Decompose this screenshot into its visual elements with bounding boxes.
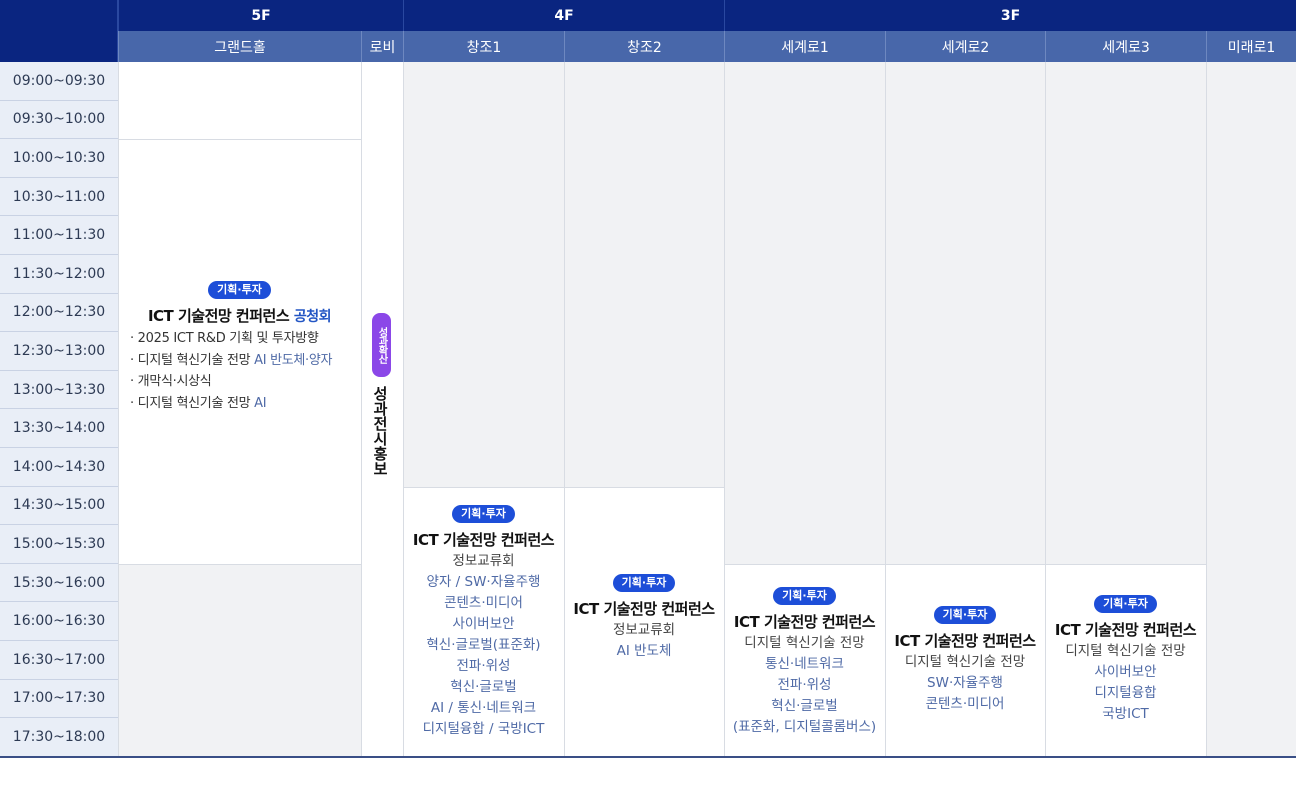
bullet-item: · 디지털 혁신기술 전망 AI <box>130 395 267 411</box>
session-line: 양자 / SW·자율주행 <box>426 574 541 590</box>
time-slot: 09:30~10:00 <box>0 100 118 140</box>
time-slot: 09:00~09:30 <box>0 62 118 101</box>
session-line: 사이버보안 <box>452 616 515 632</box>
session-line: 국방ICT <box>1102 706 1149 722</box>
floor-3f-header: 3F <box>724 0 1296 31</box>
time-slot: 17:30~18:00 <box>0 718 118 757</box>
floor-4f-header: 4F <box>403 0 724 31</box>
changjo1-session[interactable]: 기획·투자 ICT 기술전망 컨퍼런스 정보교류회양자 / SW·자율주행콘텐츠… <box>403 500 564 745</box>
room-segyero1: 세계로1 <box>724 31 885 62</box>
time-slot: 15:30~16:00 <box>0 563 118 603</box>
session-line: 콘텐츠·미디어 <box>925 695 1005 712</box>
session-lines: 디지털 혁신기술 전망통신·네트워크전파·위성혁신·글로벌 (표준화, 디지털콜롬… <box>733 633 876 738</box>
time-slot: 11:30~12:00 <box>0 255 118 294</box>
session-line: 사이버보안 <box>1094 664 1157 680</box>
time-slot: 10:00~10:30 <box>0 139 118 178</box>
session-line: 혁신·글로벌 <box>771 697 838 714</box>
session-line: SW·자율주행 <box>927 674 1003 691</box>
segyero3-session[interactable]: 기획·투자 ICT 기술전망 컨퍼런스 디지털 혁신기술 전망사이버보안디지털융… <box>1045 564 1206 756</box>
session-line: 디지털융합 / 국방ICT <box>422 721 545 737</box>
session-bullet-list: · 2025 ICT R&D 기획 및 투자방향 · 디지털 혁신기술 전망 A… <box>118 328 361 414</box>
session-line: 콘텐츠·미디어 <box>444 595 523 611</box>
session-line: 정보교류회 <box>612 621 676 638</box>
conference-schedule-table: 5F 4F 3F 그랜드홀 로비 창조1 창조2 세계로1 세계로2 세계로3 … <box>0 0 1296 758</box>
lobby-category-badge: 성과확산 <box>372 313 391 377</box>
session-line: 통신·네트워크 <box>765 655 844 672</box>
room-grand-hall: 그랜드홀 <box>118 31 361 62</box>
lobby-session-title[interactable]: 성과전시홍보 <box>371 386 390 476</box>
table-bottom-border <box>0 756 1296 758</box>
segyero1-session[interactable]: 기획·투자 ICT 기술전망 컨퍼런스 디지털 혁신기술 전망통신·네트워크전파… <box>724 572 885 752</box>
grand-hall-session[interactable]: 기획·투자 ICT 기술전망 컨퍼런스 공청회 · 2025 ICT R&D 기… <box>118 139 361 564</box>
time-slot: 17:00~17:30 <box>0 679 118 719</box>
session-lines: 디지털 혁신기술 전망사이버보안디지털융합국방ICT <box>1065 641 1185 725</box>
room-segyero2: 세계로2 <box>885 31 1045 62</box>
category-badge: 기획·투자 <box>208 281 271 299</box>
segyero2-empty <box>885 62 1045 564</box>
time-slot: 15:00~15:30 <box>0 525 118 564</box>
category-badge: 기획·투자 <box>933 605 997 624</box>
changjo2-session[interactable]: 기획·투자 ICT 기술전망 컨퍼런스 정보교류회 AI 반도체 <box>564 487 724 756</box>
grand-hall-empty-morning <box>118 62 361 139</box>
session-line: AI 반도체 <box>616 642 672 659</box>
segyero1-empty <box>724 62 885 564</box>
category-badge: 기획·투자 <box>1094 595 1157 613</box>
session-title: ICT 기술전망 컨퍼런스 <box>733 612 876 631</box>
session-line: 혁신·글로벌(표준화) <box>426 637 541 653</box>
grand-hall-empty-afternoon <box>118 564 361 756</box>
session-line: 전파·위성 <box>777 676 832 693</box>
category-badge: 기획·투자 <box>452 505 515 523</box>
session-title: ICT 기술전망 컨퍼런스 <box>894 631 1036 650</box>
floor-5f-header: 5F <box>118 0 403 31</box>
mirae1-empty <box>1206 62 1296 756</box>
session-line: AI / 통신·네트워크 <box>430 700 537 716</box>
session-line: (표준화, 디지털콜롬버스) <box>732 718 877 735</box>
time-slot: 12:00~12:30 <box>0 293 118 333</box>
session-lines: 정보교류회양자 / SW·자율주행콘텐츠·미디어사이버보안혁신·글로벌(표준화)… <box>423 551 545 740</box>
session-title: ICT 기술전망 컨퍼런스 공청회 <box>147 306 332 328</box>
session-line: 디지털 혁신기술 전망 <box>1065 643 1186 659</box>
time-slot: 14:00~14:30 <box>0 448 118 487</box>
time-slot: 11:00~11:30 <box>0 216 118 255</box>
room-segyero3: 세계로3 <box>1045 31 1206 62</box>
changjo2-empty <box>564 62 724 487</box>
session-title: ICT 기술전망 컨퍼런스 <box>412 531 555 549</box>
session-title: ICT 기술전망 컨퍼런스 <box>573 599 715 618</box>
session-line: 혁신·글로벌 <box>450 679 517 695</box>
session-lines: 디지털 혁신기술 전망 SW·자율주행콘텐츠·미디어 <box>905 652 1025 715</box>
session-lines: 정보교류회 AI 반도체 <box>613 620 675 662</box>
bullet-item: · 2025 ICT R&D 기획 및 투자방향 <box>130 331 319 346</box>
category-badge: 기획·투자 <box>773 586 836 605</box>
bullet-item: · 디지털 혁신기술 전망 AI 반도체·양자 <box>130 352 333 368</box>
session-title-text: ICT 기술전망 컨퍼런스 <box>147 307 290 325</box>
session-line: 디지털 혁신기술 전망 <box>744 634 865 651</box>
changjo1-empty <box>403 62 564 487</box>
time-slot: 16:30~17:00 <box>0 641 118 680</box>
session-line: 디지털 혁신기술 전망 <box>904 653 1026 670</box>
room-changjo1: 창조1 <box>403 31 564 62</box>
time-slot: 12:30~13:00 <box>0 332 118 371</box>
segyero3-empty <box>1045 62 1206 564</box>
bullet-item: · 개막식·시상식 <box>130 374 212 389</box>
time-slot: 14:30~15:00 <box>0 486 118 526</box>
time-slot: 13:30~14:00 <box>0 409 118 448</box>
session-line: 디지털융합 <box>1094 685 1157 701</box>
time-slot: 16:00~16:30 <box>0 602 118 641</box>
room-lobby: 로비 <box>361 31 403 62</box>
room-mirae1: 미래로1 <box>1206 31 1296 62</box>
session-line: 전파·위성 <box>456 658 511 674</box>
session-line: 정보교류회 <box>452 553 515 569</box>
segyero2-session[interactable]: 기획·투자 ICT 기술전망 컨퍼런스 디지털 혁신기술 전망 SW·자율주행콘텐… <box>885 564 1045 756</box>
session-title: ICT 기술전망 컨퍼런스 <box>1054 621 1197 639</box>
session-title-accent: 공청회 <box>293 309 332 325</box>
time-slot: 13:00~13:30 <box>0 370 118 410</box>
room-changjo2: 창조2 <box>564 31 724 62</box>
category-badge: 기획·투자 <box>612 573 676 592</box>
header-corner <box>0 0 118 62</box>
time-slot: 10:30~11:00 <box>0 177 118 217</box>
